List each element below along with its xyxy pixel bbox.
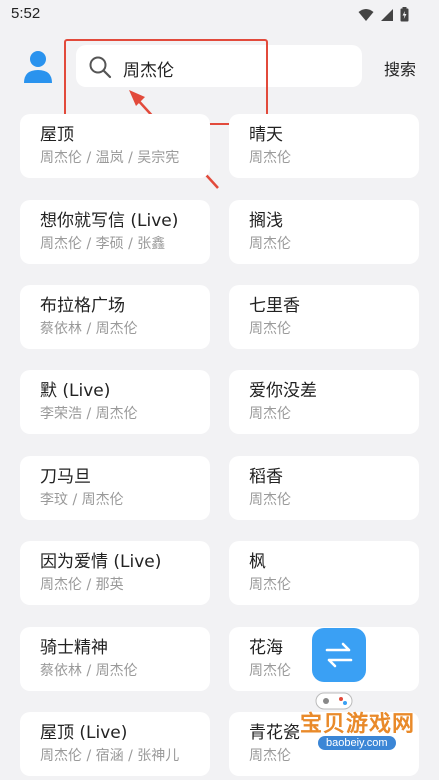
- song-artist: 周杰伦: [249, 236, 291, 252]
- song-title: 七里香: [249, 296, 300, 316]
- song-artist: 周杰伦: [249, 150, 291, 166]
- song-title: 默 (Live): [40, 381, 111, 401]
- status-time: 5:52: [11, 5, 41, 22]
- search-button[interactable]: 搜索: [384, 56, 416, 80]
- song-card[interactable]: 屋顶 周杰伦 / 温岚 / 吴宗宪: [20, 114, 210, 178]
- song-title: 晴天: [249, 125, 283, 145]
- song-card[interactable]: 想你就写信 (Live) 周杰伦 / 李硕 / 张鑫: [20, 200, 210, 264]
- song-card[interactable]: 搁浅 周杰伦: [229, 200, 419, 264]
- song-artist: 蔡依林 / 周杰伦: [40, 663, 138, 679]
- song-artist: 周杰伦 / 宿涵 / 张神儿: [40, 748, 180, 764]
- song-artist: 李荣浩 / 周杰伦: [40, 406, 138, 422]
- battery-icon: [400, 7, 409, 22]
- song-artist: 周杰伦 / 李硕 / 张鑫: [40, 236, 166, 252]
- song-card[interactable]: 爱你没差 周杰伦: [229, 370, 419, 434]
- song-card[interactable]: 因为爱情 (Live) 周杰伦 / 那英: [20, 541, 210, 605]
- song-card[interactable]: 骑士精神 蔡依林 / 周杰伦: [20, 627, 210, 691]
- song-title: 屋顶: [40, 125, 74, 145]
- status-icons: [358, 7, 409, 22]
- song-card[interactable]: 默 (Live) 李荣浩 / 周杰伦: [20, 370, 210, 434]
- watermark-logo: 宝贝游戏网 baobeiy.com: [278, 688, 439, 780]
- song-title: 刀马旦: [40, 467, 91, 487]
- annotation-highlight-box: [64, 39, 268, 125]
- song-artist: 周杰伦: [249, 406, 291, 422]
- song-artist: 周杰伦: [249, 492, 291, 508]
- song-artist: 周杰伦 / 温岚 / 吴宗宪: [40, 150, 180, 166]
- watermark-text: 宝贝游戏网: [300, 712, 416, 737]
- song-artist: 周杰伦: [249, 321, 291, 337]
- song-title: 因为爱情 (Live): [40, 552, 162, 572]
- song-card[interactable]: 刀马旦 李玟 / 周杰伦: [20, 456, 210, 520]
- user-avatar-icon[interactable]: [23, 50, 53, 84]
- signal-icon: [381, 8, 393, 21]
- song-title: 稻香: [249, 467, 283, 487]
- switch-fab-button[interactable]: [312, 628, 366, 682]
- song-title: 想你就写信 (Live): [40, 211, 179, 231]
- song-card[interactable]: 枫 周杰伦: [229, 541, 419, 605]
- song-artist: 李玟 / 周杰伦: [40, 492, 124, 508]
- wifi-icon: [358, 8, 374, 21]
- song-artist: 周杰伦: [249, 577, 291, 593]
- song-title: 布拉格广场: [40, 296, 125, 316]
- song-title: 屋顶 (Live): [40, 723, 128, 743]
- status-bar: 5:52: [0, 0, 439, 32]
- song-artist: 蔡依林 / 周杰伦: [40, 321, 138, 337]
- song-card[interactable]: 屋顶 (Live) 周杰伦 / 宿涵 / 张神儿: [20, 712, 210, 776]
- song-card[interactable]: 布拉格广场 蔡依林 / 周杰伦: [20, 285, 210, 349]
- song-card[interactable]: 七里香 周杰伦: [229, 285, 419, 349]
- song-title: 枫: [249, 552, 266, 572]
- song-card[interactable]: 晴天 周杰伦: [229, 114, 419, 178]
- song-title: 搁浅: [249, 211, 283, 231]
- watermark-url: baobeiy.com: [318, 736, 396, 750]
- song-title: 爱你没差: [249, 381, 317, 401]
- swap-arrows-icon: [325, 642, 353, 668]
- song-card[interactable]: 稻香 周杰伦: [229, 456, 419, 520]
- song-title: 骑士精神: [40, 638, 108, 658]
- song-artist: 周杰伦 / 那英: [40, 577, 124, 593]
